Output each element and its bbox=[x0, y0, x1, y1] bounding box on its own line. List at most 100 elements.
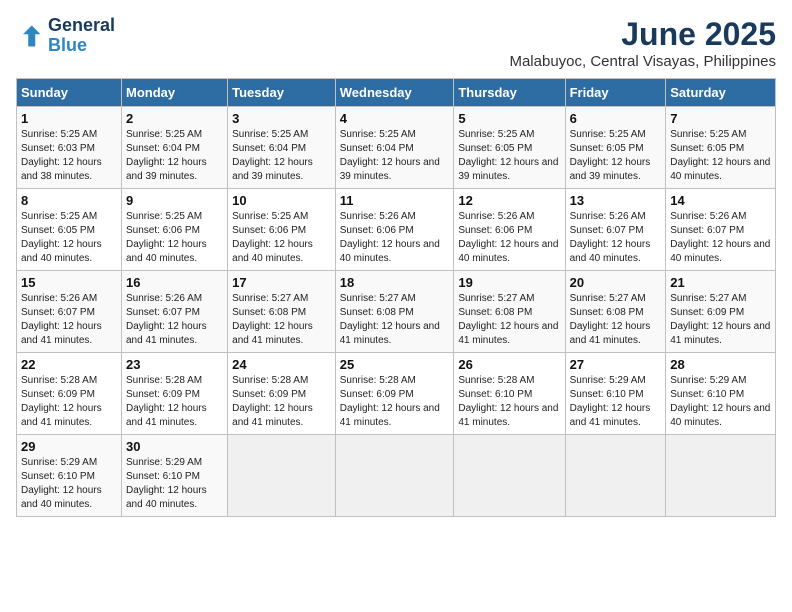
day-number: 10 bbox=[232, 193, 331, 208]
table-row bbox=[228, 435, 336, 517]
day-number: 14 bbox=[670, 193, 771, 208]
table-row: 13 Sunrise: 5:26 AM Sunset: 6:07 PM Dayl… bbox=[565, 189, 666, 271]
table-row: 16 Sunrise: 5:26 AM Sunset: 6:07 PM Dayl… bbox=[121, 271, 227, 353]
day-info: Sunrise: 5:28 AM Sunset: 6:09 PM Dayligh… bbox=[232, 374, 331, 430]
table-row: 3 Sunrise: 5:25 AM Sunset: 6:04 PM Dayli… bbox=[228, 107, 336, 189]
header-monday: Monday bbox=[121, 79, 227, 107]
day-info: Sunrise: 5:27 AM Sunset: 6:08 PM Dayligh… bbox=[458, 292, 560, 348]
calendar-row: 15 Sunrise: 5:26 AM Sunset: 6:07 PM Dayl… bbox=[17, 271, 776, 353]
day-info: Sunrise: 5:25 AM Sunset: 6:06 PM Dayligh… bbox=[232, 210, 331, 266]
day-number: 5 bbox=[458, 111, 560, 126]
day-info: Sunrise: 5:29 AM Sunset: 6:10 PM Dayligh… bbox=[670, 374, 771, 430]
day-info: Sunrise: 5:25 AM Sunset: 6:05 PM Dayligh… bbox=[670, 128, 771, 184]
day-info: Sunrise: 5:28 AM Sunset: 6:09 PM Dayligh… bbox=[340, 374, 450, 430]
table-row: 17 Sunrise: 5:27 AM Sunset: 6:08 PM Dayl… bbox=[228, 271, 336, 353]
day-info: Sunrise: 5:25 AM Sunset: 6:04 PM Dayligh… bbox=[232, 128, 331, 184]
logo-text: General Blue bbox=[48, 16, 115, 56]
header-tuesday: Tuesday bbox=[228, 79, 336, 107]
day-info: Sunrise: 5:27 AM Sunset: 6:08 PM Dayligh… bbox=[340, 292, 450, 348]
header-saturday: Saturday bbox=[666, 79, 776, 107]
sub-title: Malabuyoc, Central Visayas, Philippines bbox=[509, 53, 776, 70]
logo-line2: Blue bbox=[48, 36, 115, 56]
day-number: 20 bbox=[570, 275, 662, 290]
calendar-row: 29 Sunrise: 5:29 AM Sunset: 6:10 PM Dayl… bbox=[17, 435, 776, 517]
table-row: 24 Sunrise: 5:28 AM Sunset: 6:09 PM Dayl… bbox=[228, 353, 336, 435]
table-row: 14 Sunrise: 5:26 AM Sunset: 6:07 PM Dayl… bbox=[666, 189, 776, 271]
table-row: 6 Sunrise: 5:25 AM Sunset: 6:05 PM Dayli… bbox=[565, 107, 666, 189]
calendar-table: Sunday Monday Tuesday Wednesday Thursday… bbox=[16, 78, 776, 517]
day-info: Sunrise: 5:26 AM Sunset: 6:07 PM Dayligh… bbox=[570, 210, 662, 266]
day-info: Sunrise: 5:29 AM Sunset: 6:10 PM Dayligh… bbox=[126, 456, 223, 512]
day-number: 6 bbox=[570, 111, 662, 126]
table-row: 5 Sunrise: 5:25 AM Sunset: 6:05 PM Dayli… bbox=[454, 107, 565, 189]
day-number: 24 bbox=[232, 357, 331, 372]
day-number: 9 bbox=[126, 193, 223, 208]
day-info: Sunrise: 5:28 AM Sunset: 6:10 PM Dayligh… bbox=[458, 374, 560, 430]
day-info: Sunrise: 5:28 AM Sunset: 6:09 PM Dayligh… bbox=[126, 374, 223, 430]
title-area: June 2025 Malabuyoc, Central Visayas, Ph… bbox=[509, 16, 776, 70]
calendar-row: 8 Sunrise: 5:25 AM Sunset: 6:05 PM Dayli… bbox=[17, 189, 776, 271]
header-friday: Friday bbox=[565, 79, 666, 107]
main-title: June 2025 bbox=[509, 16, 776, 53]
day-info: Sunrise: 5:26 AM Sunset: 6:07 PM Dayligh… bbox=[126, 292, 223, 348]
table-row: 4 Sunrise: 5:25 AM Sunset: 6:04 PM Dayli… bbox=[335, 107, 454, 189]
day-number: 15 bbox=[21, 275, 117, 290]
day-number: 19 bbox=[458, 275, 560, 290]
day-number: 17 bbox=[232, 275, 331, 290]
day-number: 8 bbox=[21, 193, 117, 208]
table-row: 23 Sunrise: 5:28 AM Sunset: 6:09 PM Dayl… bbox=[121, 353, 227, 435]
day-info: Sunrise: 5:25 AM Sunset: 6:05 PM Dayligh… bbox=[21, 210, 117, 266]
table-row: 10 Sunrise: 5:25 AM Sunset: 6:06 PM Dayl… bbox=[228, 189, 336, 271]
header-thursday: Thursday bbox=[454, 79, 565, 107]
day-number: 26 bbox=[458, 357, 560, 372]
table-row: 26 Sunrise: 5:28 AM Sunset: 6:10 PM Dayl… bbox=[454, 353, 565, 435]
day-info: Sunrise: 5:28 AM Sunset: 6:09 PM Dayligh… bbox=[21, 374, 117, 430]
table-row: 19 Sunrise: 5:27 AM Sunset: 6:08 PM Dayl… bbox=[454, 271, 565, 353]
day-info: Sunrise: 5:25 AM Sunset: 6:04 PM Dayligh… bbox=[340, 128, 450, 184]
logo-line1: General bbox=[48, 16, 115, 36]
table-row: 27 Sunrise: 5:29 AM Sunset: 6:10 PM Dayl… bbox=[565, 353, 666, 435]
day-number: 18 bbox=[340, 275, 450, 290]
calendar-row: 1 Sunrise: 5:25 AM Sunset: 6:03 PM Dayli… bbox=[17, 107, 776, 189]
table-row bbox=[565, 435, 666, 517]
table-row: 22 Sunrise: 5:28 AM Sunset: 6:09 PM Dayl… bbox=[17, 353, 122, 435]
page-header: General Blue June 2025 Malabuyoc, Centra… bbox=[16, 16, 776, 70]
day-number: 12 bbox=[458, 193, 560, 208]
header-wednesday: Wednesday bbox=[335, 79, 454, 107]
day-number: 11 bbox=[340, 193, 450, 208]
table-row: 1 Sunrise: 5:25 AM Sunset: 6:03 PM Dayli… bbox=[17, 107, 122, 189]
day-info: Sunrise: 5:25 AM Sunset: 6:06 PM Dayligh… bbox=[126, 210, 223, 266]
day-info: Sunrise: 5:27 AM Sunset: 6:08 PM Dayligh… bbox=[232, 292, 331, 348]
day-info: Sunrise: 5:26 AM Sunset: 6:06 PM Dayligh… bbox=[340, 210, 450, 266]
table-row: 9 Sunrise: 5:25 AM Sunset: 6:06 PM Dayli… bbox=[121, 189, 227, 271]
table-row: 2 Sunrise: 5:25 AM Sunset: 6:04 PM Dayli… bbox=[121, 107, 227, 189]
day-info: Sunrise: 5:29 AM Sunset: 6:10 PM Dayligh… bbox=[570, 374, 662, 430]
day-info: Sunrise: 5:29 AM Sunset: 6:10 PM Dayligh… bbox=[21, 456, 117, 512]
day-info: Sunrise: 5:25 AM Sunset: 6:05 PM Dayligh… bbox=[570, 128, 662, 184]
table-row: 30 Sunrise: 5:29 AM Sunset: 6:10 PM Dayl… bbox=[121, 435, 227, 517]
day-number: 13 bbox=[570, 193, 662, 208]
day-number: 28 bbox=[670, 357, 771, 372]
table-row: 20 Sunrise: 5:27 AM Sunset: 6:08 PM Dayl… bbox=[565, 271, 666, 353]
day-info: Sunrise: 5:27 AM Sunset: 6:08 PM Dayligh… bbox=[570, 292, 662, 348]
table-row: 11 Sunrise: 5:26 AM Sunset: 6:06 PM Dayl… bbox=[335, 189, 454, 271]
day-number: 23 bbox=[126, 357, 223, 372]
header-row: Sunday Monday Tuesday Wednesday Thursday… bbox=[17, 79, 776, 107]
table-row bbox=[454, 435, 565, 517]
day-number: 2 bbox=[126, 111, 223, 126]
day-number: 4 bbox=[340, 111, 450, 126]
day-info: Sunrise: 5:26 AM Sunset: 6:06 PM Dayligh… bbox=[458, 210, 560, 266]
day-number: 1 bbox=[21, 111, 117, 126]
header-sunday: Sunday bbox=[17, 79, 122, 107]
day-number: 16 bbox=[126, 275, 223, 290]
day-info: Sunrise: 5:27 AM Sunset: 6:09 PM Dayligh… bbox=[670, 292, 771, 348]
table-row: 25 Sunrise: 5:28 AM Sunset: 6:09 PM Dayl… bbox=[335, 353, 454, 435]
logo-icon bbox=[16, 22, 44, 50]
table-row bbox=[335, 435, 454, 517]
day-number: 7 bbox=[670, 111, 771, 126]
calendar-row: 22 Sunrise: 5:28 AM Sunset: 6:09 PM Dayl… bbox=[17, 353, 776, 435]
day-info: Sunrise: 5:25 AM Sunset: 6:04 PM Dayligh… bbox=[126, 128, 223, 184]
day-number: 30 bbox=[126, 439, 223, 454]
day-number: 29 bbox=[21, 439, 117, 454]
day-info: Sunrise: 5:25 AM Sunset: 6:03 PM Dayligh… bbox=[21, 128, 117, 184]
